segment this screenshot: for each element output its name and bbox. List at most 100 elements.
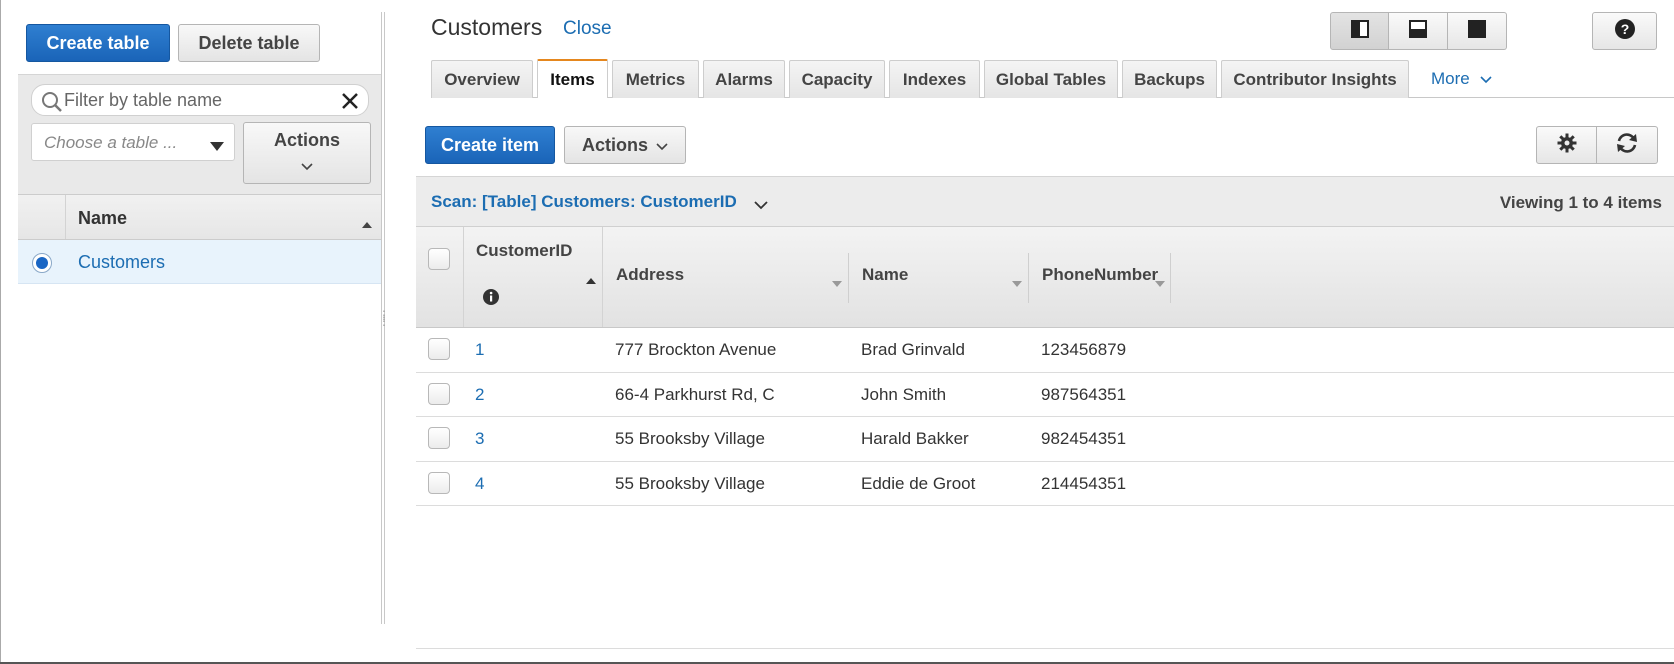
tab-items[interactable]: Items [537, 59, 608, 98]
layout-split-vertical-icon [1350, 19, 1369, 43]
column-divider [848, 253, 849, 303]
layout-split-horizontal-icon [1409, 19, 1427, 43]
row-checkbox[interactable] [428, 427, 450, 449]
tables-panel: Create table Delete table Choose a table… [18, 0, 382, 664]
name-cell: Brad Grinvald [861, 340, 965, 359]
column-header-customerid[interactable]: CustomerID [476, 241, 572, 261]
splitter-grip-icon[interactable]: ⋮ ⋮ [378, 309, 390, 327]
grid-bottom-divider [416, 648, 1674, 649]
phone-cell: 987564351 [1041, 384, 1127, 404]
help-button[interactable]: ? [1592, 12, 1657, 50]
close-link[interactable]: Close [563, 18, 612, 40]
phone-cell: 982454351 [1041, 429, 1127, 448]
address-cell: 55 Brooksby Village [615, 429, 765, 448]
layout-split-vertical-button[interactable] [1330, 12, 1389, 50]
window-left-border [0, 0, 1, 664]
table-filter-area: Choose a table ... Actions [18, 74, 382, 194]
select-column-header [18, 195, 66, 239]
tab-indexes[interactable]: Indexes [889, 60, 980, 98]
create-table-button[interactable]: Create table [26, 24, 170, 62]
phone-cell: 123456879 [1041, 340, 1127, 359]
column-header-address[interactable]: Address [616, 265, 684, 285]
create-item-button[interactable]: Create item [425, 126, 555, 164]
table-row[interactable]: 3 55 Brooksby Village Harald Bakker 9824… [416, 417, 1674, 462]
chevron-down-icon [301, 155, 313, 176]
customerid-link[interactable]: 2 [475, 385, 484, 405]
tab-metrics[interactable]: Metrics [612, 60, 699, 98]
name-cell: John Smith [861, 384, 947, 404]
caret-down-icon [210, 138, 224, 156]
table-select-radio[interactable] [32, 253, 52, 273]
viewing-count: Viewing 1 to 4 items [1499, 193, 1662, 212]
chevron-down-icon [1474, 69, 1493, 88]
select-all-checkbox[interactable] [428, 248, 450, 270]
layout-split-horizontal-button[interactable] [1389, 12, 1448, 50]
tab-contributor-insights[interactable]: Contributor Insights [1221, 60, 1409, 98]
chevron-down-icon [656, 135, 668, 156]
item-actions-label: Actions [581, 134, 648, 155]
table-link-customers[interactable]: Customers [78, 252, 165, 273]
table-actions-label: Actions [273, 130, 340, 150]
layout-full-button[interactable] [1448, 12, 1507, 50]
layout-toggle-group [1330, 12, 1507, 50]
table-filter-input[interactable] [62, 87, 332, 113]
info-icon[interactable] [482, 288, 500, 311]
choose-table-placeholder: Choose a table ... [44, 133, 178, 152]
tab-backups[interactable]: Backups [1122, 60, 1217, 98]
delete-table-button[interactable]: Delete table [178, 24, 320, 62]
table-details-panel: Customers Close ? Overview Items Metrics… [396, 0, 1674, 664]
scan-query-selector[interactable]: Scan: [Table] Customers: CustomerID [431, 192, 737, 212]
customerid-link[interactable]: 1 [475, 340, 484, 360]
table-row-customers[interactable]: Customers [18, 240, 382, 284]
table-row[interactable]: 1 777 Brockton Avenue Brad Grinvald 1234… [416, 328, 1674, 373]
gear-icon [1557, 133, 1577, 158]
sort-menu-icon[interactable] [1012, 274, 1022, 292]
row-checkbox[interactable] [428, 382, 450, 405]
tab-capacity[interactable]: Capacity [789, 60, 885, 98]
name-column-header[interactable]: Name [78, 208, 127, 229]
layout-full-icon [1468, 19, 1486, 43]
sort-menu-icon[interactable] [832, 274, 842, 292]
tables-list-header: Name [18, 194, 382, 240]
items-grid-header: CustomerID Address Name PhoneNumber [416, 226, 1674, 328]
address-cell: 777 Brockton Avenue [615, 340, 777, 359]
sort-ascending-icon[interactable] [362, 215, 372, 233]
refresh-button[interactable] [1597, 126, 1658, 164]
row-checkbox[interactable] [428, 471, 450, 494]
phone-cell: 214454351 [1041, 473, 1127, 493]
item-actions-button[interactable]: Actions [564, 126, 686, 164]
tab-overview[interactable]: Overview [431, 60, 533, 98]
help-icon: ? [1614, 18, 1636, 45]
sort-menu-icon[interactable] [1155, 274, 1165, 292]
settings-button[interactable] [1536, 126, 1597, 164]
table-row[interactable]: 4 55 Brooksby Village Eddie de Groot 214… [416, 462, 1674, 506]
address-cell: 66-4 Parkhurst Rd, C [615, 384, 775, 404]
table-filter-field[interactable] [31, 84, 369, 116]
table-actions-button[interactable]: Actions [243, 122, 371, 184]
tab-global-tables[interactable]: Global Tables [984, 60, 1118, 98]
more-label: More [1431, 69, 1470, 88]
tab-alarms[interactable]: Alarms [703, 60, 785, 98]
sort-ascending-icon[interactable] [586, 271, 596, 289]
column-header-phonenumber[interactable]: PhoneNumber [1042, 265, 1158, 285]
tab-more[interactable]: More [1431, 69, 1493, 89]
tables-list: Name Customers [18, 194, 382, 284]
item-tools-group [1536, 126, 1658, 164]
table-row[interactable]: 2 66-4 Parkhurst Rd, C John Smith 987564… [416, 373, 1674, 417]
detail-tabs: Overview Items Metrics Alarms Capacity I… [431, 59, 1674, 98]
scan-bar: Scan: [Table] Customers: CustomerID View… [416, 176, 1674, 226]
name-cell: Harald Bakker [861, 429, 969, 448]
column-divider [463, 227, 464, 327]
customerid-link[interactable]: 4 [475, 474, 484, 494]
refresh-icon [1615, 132, 1639, 159]
svg-text:?: ? [1620, 21, 1629, 37]
row-checkbox[interactable] [428, 338, 450, 360]
chevron-down-icon[interactable] [754, 197, 768, 215]
column-divider [1028, 253, 1029, 303]
choose-table-select[interactable]: Choose a table ... [31, 123, 235, 161]
items-grid: CustomerID Address Name PhoneNumber 1 77… [416, 226, 1674, 506]
customerid-link[interactable]: 3 [475, 429, 484, 449]
column-header-name[interactable]: Name [862, 265, 908, 285]
close-icon[interactable] [340, 91, 360, 116]
search-icon [41, 91, 63, 118]
